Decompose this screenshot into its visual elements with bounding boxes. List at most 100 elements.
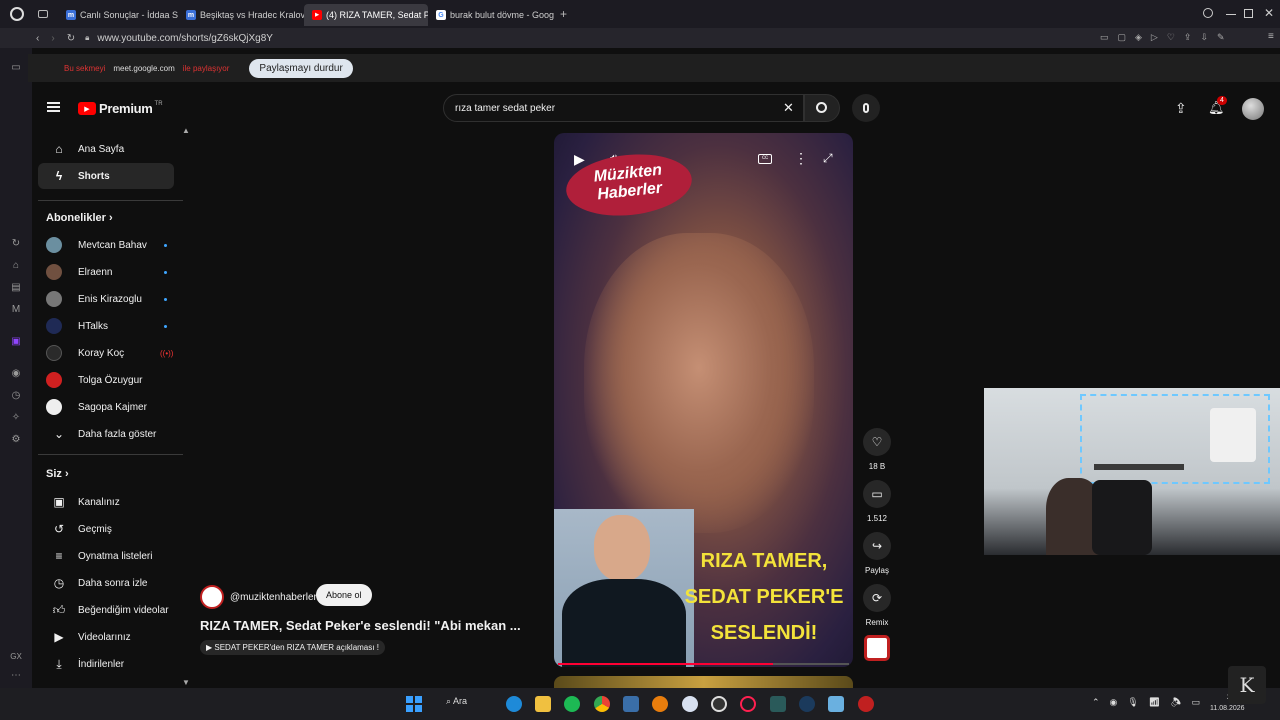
notifications-bell-icon[interactable]: 🔔︎ 4 [1208,96,1227,116]
voice-search-button[interactable] [852,94,880,122]
twitch-icon[interactable]: ▣ [10,336,22,348]
subscription-item[interactable]: Koray Koç ((•)) [38,340,174,366]
sidebar-scroll-down-icon[interactable]: ▼ [182,678,190,687]
you-header[interactable]: Siz › [46,468,69,480]
app-icon[interactable] [770,696,786,712]
subscription-item[interactable]: HTalks [38,313,174,339]
spotify-icon[interactable] [564,696,580,712]
next-short-preview[interactable] [554,676,853,688]
taskbar-search[interactable]: ⌕ Ara [446,696,467,707]
app-icon[interactable] [828,696,844,712]
screen-share-icon[interactable]: ▭ [10,62,22,74]
hamburger-menu-icon[interactable] [47,102,60,112]
sidebar-item-shorts[interactable]: ϟ Shorts [38,163,174,189]
chrome-icon[interactable] [594,696,610,712]
more-options-icon[interactable]: ⋮ [794,150,808,167]
play-icon[interactable]: ▶ [574,151,585,168]
tab-overview-icon[interactable] [38,10,48,18]
star-app-icon[interactable] [682,696,698,712]
like-button[interactable]: ♡ 18 B [862,428,892,471]
search-tabs-icon[interactable] [1203,8,1213,18]
youtube-logo[interactable]: ▶ Premium TR [78,101,163,116]
reload-icon[interactable]: ↻ [67,33,75,44]
channel-name: Mevtcan Bahav [78,239,147,251]
like-icon: ♡ [863,428,891,456]
subscribe-button[interactable]: Abone ol [316,584,372,606]
close-window-icon[interactable]: ✕ [1264,6,1274,20]
opera-gx-icon[interactable] [740,696,756,712]
refresh-icon[interactable]: ↻ [10,238,22,250]
fullscreen-icon[interactable]: ⤢ [823,151,833,166]
channel-avatar[interactable] [200,585,224,609]
address-bar: ‹ › ↻ 🔒︎ www.youtube.com/shorts/gZ6skQjX… [0,28,1280,48]
bag-icon[interactable]: ⌂ [10,260,22,272]
new-content-dot [164,324,167,328]
sidebar-scroll-up-icon[interactable]: ▲ [182,126,190,135]
show-more-button[interactable]: ⌄ Daha fazla göster [38,421,174,447]
play-circle-icon[interactable]: ◉ [10,368,22,380]
remix-button[interactable]: ⟳ Remix [862,584,892,627]
playlist-chip[interactable]: ▶ SEDAT PEKER'den RIZA TAMER açıklaması … [200,640,385,655]
app-icon[interactable] [623,696,639,712]
subscription-item[interactable]: Enis Kirazoglu [38,286,174,312]
progress-track[interactable] [558,663,849,665]
maximize-icon[interactable] [1244,9,1253,18]
short-video-player[interactable]: ▶ 🔊︎ cc ⋮ ⤢ Müzikten Haberler RIZA TAMER… [554,133,853,667]
channel-handle[interactable]: @muziktenhaberler [230,592,317,603]
sidebar-item-history[interactable]: ↺ Geçmiş [38,516,174,542]
history-rail-icon[interactable]: ◷ [10,390,22,402]
sound-thumbnail[interactable] [864,635,890,661]
caption-line: RIZA TAMER, [700,550,828,572]
search-button[interactable] [804,94,840,122]
sidebar-item-channel[interactable]: ▣ Kanalınız [38,489,174,515]
subscription-item[interactable]: Mevtcan Bahav [38,232,174,258]
share-host: meet.google.com [113,63,175,73]
create-upload-icon[interactable]: ⇪ [1175,100,1187,117]
stop-sharing-button[interactable]: Paylaşmayı durdur [249,58,353,78]
tab-iddaa[interactable]: m Canlı Sonuçlar - İddaa Son [58,4,178,26]
obs-icon[interactable] [711,696,727,712]
windows-start-icon[interactable] [406,696,422,712]
tray-icons[interactable]: ⌃◉🎙︎📶︎🔈︎▭ [1092,697,1210,708]
tab-youtube-active[interactable]: ▶ (4) RIZA TAMER, Sedat Pe [304,4,428,26]
account-avatar[interactable] [1242,98,1264,120]
minimize-icon[interactable] [1226,14,1236,15]
channel-name: Tolga Özuygur [78,374,143,386]
edge-icon[interactable] [506,696,522,712]
blender-icon[interactable] [652,696,668,712]
box-icon[interactable]: ▤ [10,282,22,294]
back-icon[interactable]: ‹ [36,33,39,44]
short-title[interactable]: RIZA TAMER, Sedat Peker'e seslendi! "Abi… [200,618,521,633]
opera-logo-icon[interactable] [10,7,24,21]
extensions-icons[interactable]: ▭▢◈▷♡⇪⇩✎ [1100,32,1234,43]
subscription-item[interactable]: Elraenn [38,259,174,285]
subscription-item[interactable]: Sagopa Kajmer [38,394,174,420]
menu-icon[interactable]: ≡ [1268,31,1274,42]
tab-google[interactable]: G burak bulut dövme - Googl [428,4,554,26]
sidebar-item-downloads[interactable]: ⤓ İndirilenler [38,651,174,677]
m-app-icon[interactable]: M [10,304,22,316]
sidebar-item-liked[interactable]: 👍︎ Beğendiğim videolar [38,597,174,623]
sidebar-item-home[interactable]: ⌂ Ana Sayfa [38,136,174,162]
tab-besiktas[interactable]: m Beşiktaş vs Hradec Kralove [178,4,304,26]
sidebar-item-watch-later[interactable]: ◷ Daha sonra izle [38,570,174,596]
comments-button[interactable]: ▭ 1.512 [862,480,892,523]
extensions-rail-icon[interactable]: ✧ [10,412,22,424]
settings-rail-icon[interactable]: ⚙ [10,434,22,446]
url-field[interactable]: www.youtube.com/shorts/gZ6skQjXg8Y [97,33,273,44]
steam-icon[interactable] [799,696,815,712]
sidebar-item-your-videos[interactable]: ▶ Videolarınız [38,624,174,650]
more-rail-icon[interactable]: ⋯ [10,670,22,682]
subscription-item[interactable]: Tolga Özuygur [38,367,174,393]
new-tab-icon[interactable]: + [560,7,567,21]
folder-icon[interactable] [535,696,551,712]
forward-icon[interactable]: › [51,33,54,44]
app-icon[interactable] [858,696,874,712]
captions-icon[interactable]: cc [758,154,772,164]
subscriptions-header[interactable]: Abonelikler › [46,212,113,224]
share-button[interactable]: ↪ Paylaş [862,532,892,575]
search-input[interactable]: rıza tamer sedat peker [455,103,555,114]
channel-avatar [46,318,62,334]
clear-search-icon[interactable]: ✕ [783,100,794,116]
sidebar-item-playlists[interactable]: ≡ Oynatma listeleri [38,543,174,569]
